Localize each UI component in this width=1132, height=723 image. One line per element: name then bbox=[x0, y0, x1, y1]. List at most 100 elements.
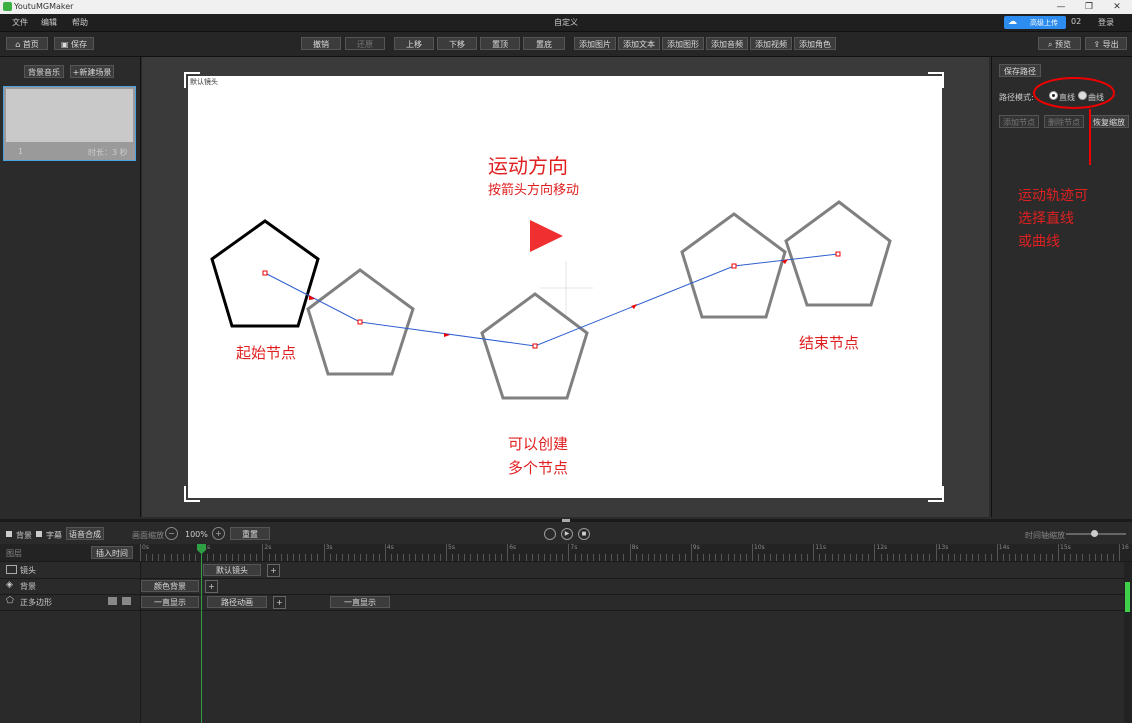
playhead[interactable] bbox=[201, 544, 202, 723]
clip-color-bg[interactable]: 颜色背景 bbox=[141, 580, 199, 592]
ruler-minor-tick bbox=[415, 554, 417, 561]
ruler-minor-tick bbox=[403, 554, 405, 561]
add-shape-button[interactable]: 添加图形 bbox=[662, 37, 704, 50]
play-icon[interactable]: ▶ bbox=[561, 528, 573, 540]
ruler-minor-tick bbox=[1100, 554, 1102, 561]
home-button[interactable]: ⌂ 首页 bbox=[6, 37, 48, 50]
ruler-minor-tick bbox=[1039, 554, 1041, 561]
add-clip-icon[interactable]: + bbox=[205, 580, 218, 593]
add-clip-icon[interactable]: + bbox=[267, 564, 280, 577]
new-scene-button[interactable]: +新建场景 bbox=[70, 65, 114, 78]
rewind-icon[interactable] bbox=[544, 528, 556, 540]
move-down-button[interactable]: 下移 bbox=[437, 37, 477, 50]
undo-button[interactable]: 撤销 bbox=[301, 37, 341, 50]
clip-show-always[interactable]: 一直显示 bbox=[141, 596, 199, 608]
add-video-button[interactable]: 添加视频 bbox=[750, 37, 792, 50]
ruler-tick-label: 14s bbox=[998, 544, 1010, 551]
zoom-out-icon[interactable]: − bbox=[165, 527, 178, 540]
zoom-in-icon[interactable]: + bbox=[212, 527, 225, 540]
bring-top-button[interactable]: 置顶 bbox=[480, 37, 520, 50]
ruler-minor-tick bbox=[452, 554, 454, 561]
time-zoom-slider[interactable] bbox=[1066, 530, 1126, 537]
layer-row-background[interactable]: ◈ 背景 bbox=[0, 578, 140, 595]
send-bottom-button[interactable]: 置底 bbox=[523, 37, 565, 50]
ruler-minor-tick bbox=[354, 554, 356, 561]
ruler-major-tick bbox=[323, 544, 325, 561]
ruler-minor-tick bbox=[1088, 554, 1090, 561]
ruler-minor-tick bbox=[794, 554, 796, 561]
visibility-icon[interactable] bbox=[108, 597, 117, 605]
restore-button[interactable]: ❐ bbox=[1075, 1, 1103, 13]
export-label: 导出 bbox=[1102, 40, 1119, 49]
close-button[interactable]: ✕ bbox=[1103, 1, 1131, 13]
add-text-button[interactable]: 添加文本 bbox=[618, 37, 660, 50]
ruler-minor-tick bbox=[513, 554, 515, 561]
ruler-major-tick bbox=[690, 544, 692, 561]
voice-merge-button[interactable]: 语音合成 bbox=[66, 527, 104, 540]
time-ruler[interactable]: 0s 1s 2s 3s 4s 5s 6s 7s 8s 9s 10s 11s 12s 13s 14s 15s 16 bbox=[140, 544, 1130, 561]
ruler-minor-tick bbox=[464, 554, 466, 561]
add-image-button[interactable]: 添加图片 bbox=[574, 37, 616, 50]
ruler-minor-tick bbox=[886, 554, 888, 561]
ruler-minor-tick bbox=[531, 554, 533, 561]
ruler-major-tick bbox=[935, 544, 937, 561]
ruler-minor-tick bbox=[696, 554, 698, 561]
time-zoom-slider-handle[interactable] bbox=[1091, 530, 1098, 537]
layer-row-polygon[interactable]: ⬠ 正多边形 bbox=[0, 594, 140, 611]
save-icon: ▣ bbox=[60, 40, 69, 49]
audio-checkbox[interactable] bbox=[6, 531, 12, 537]
ruler-minor-tick bbox=[335, 554, 337, 561]
ruler-minor-tick bbox=[378, 554, 380, 561]
redo-button[interactable]: 还原 bbox=[345, 37, 385, 50]
upload-button[interactable]: ☁ 高级上传 bbox=[1004, 16, 1066, 29]
ruler-tick-label: 3s bbox=[325, 544, 333, 551]
clip-path-animation[interactable]: 路径动画 bbox=[207, 596, 267, 608]
clip-default-camera[interactable]: 默认镜头 bbox=[203, 564, 261, 576]
bg-music-button[interactable]: 背景音乐 bbox=[24, 65, 64, 78]
scene-duration: 时长：3 秒 bbox=[88, 148, 128, 157]
menu-help[interactable]: 帮助 bbox=[72, 17, 88, 28]
ruler-minor-tick bbox=[605, 554, 607, 561]
background-icon: ◈ bbox=[6, 580, 13, 590]
subtitle-checkbox[interactable] bbox=[36, 531, 42, 537]
save-label: 保存 bbox=[71, 40, 88, 49]
preview-button[interactable]: ⌕ 预览 bbox=[1038, 37, 1081, 50]
ruler-minor-tick bbox=[654, 554, 656, 561]
ruler-minor-tick bbox=[586, 554, 588, 561]
layer-row-camera[interactable]: 镜头 bbox=[0, 562, 140, 579]
minimize-button[interactable]: — bbox=[1047, 1, 1075, 13]
add-clip-icon[interactable]: + bbox=[273, 596, 286, 609]
ruler-major-tick bbox=[384, 544, 386, 561]
scrollbar-thumb[interactable] bbox=[1125, 582, 1130, 612]
ruler-minor-tick bbox=[372, 554, 374, 561]
scene-thumbnail[interactable]: 1 时长：3 秒 bbox=[3, 86, 136, 161]
login-link[interactable]: 登录 bbox=[1098, 17, 1114, 28]
reset-zoom-button[interactable]: 重置 bbox=[230, 527, 270, 540]
stop-icon[interactable]: ■ bbox=[578, 528, 590, 540]
menu-file[interactable]: 文件 bbox=[12, 17, 28, 28]
ruler-minor-tick bbox=[800, 554, 802, 561]
layer-name: 背景 bbox=[20, 582, 36, 591]
move-up-button[interactable]: 上移 bbox=[394, 37, 434, 50]
lock-icon[interactable] bbox=[122, 597, 131, 605]
splitter-handle[interactable] bbox=[562, 519, 570, 522]
insert-time-button[interactable]: 插入时间 bbox=[91, 546, 133, 559]
ruler-minor-tick bbox=[409, 554, 411, 561]
add-role-button[interactable]: 添加角色 bbox=[794, 37, 836, 50]
ruler-minor-tick bbox=[623, 554, 625, 561]
clip-show-always-2[interactable]: 一直显示 bbox=[330, 596, 390, 608]
ruler-minor-tick bbox=[488, 554, 490, 561]
ruler-minor-tick bbox=[898, 554, 900, 561]
timeline-header: 图层 插入时间 0s 1s 2s 3s 4s 5s 6s 7s 8s 9s 10s 11s 12s 13s… bbox=[0, 544, 1132, 562]
export-button[interactable]: ⇪ 导出 bbox=[1085, 37, 1127, 50]
save-button[interactable]: ▣ 保存 bbox=[54, 37, 94, 50]
vertical-scrollbar[interactable] bbox=[1124, 562, 1132, 723]
ruler-minor-tick bbox=[831, 554, 833, 561]
ruler-tick-label: 13s bbox=[937, 544, 949, 551]
add-audio-button[interactable]: 添加音频 bbox=[706, 37, 748, 50]
home-label: 首页 bbox=[22, 40, 39, 49]
ruler-minor-tick bbox=[152, 554, 154, 561]
ruler-minor-tick bbox=[1094, 554, 1096, 561]
ruler-minor-tick bbox=[329, 554, 331, 561]
menu-edit[interactable]: 编辑 bbox=[41, 17, 57, 28]
